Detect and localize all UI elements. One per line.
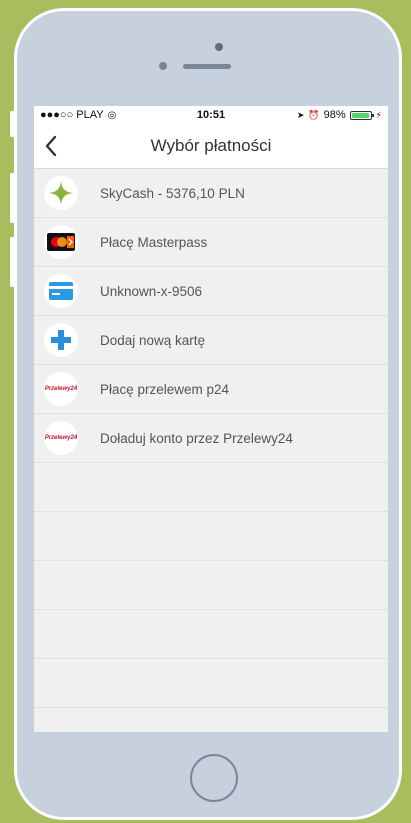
alarm-icon: ⏰ xyxy=(308,109,320,120)
battery-fill xyxy=(351,112,370,118)
page-title: Wybór płatności xyxy=(150,136,272,155)
credit-card-icon xyxy=(44,274,78,308)
speaker-grille xyxy=(183,64,231,69)
payment-item-label: Doładuj konto przez Przelewy24 xyxy=(100,430,293,446)
empty-row xyxy=(34,561,388,610)
home-button[interactable] xyxy=(190,754,238,802)
skycash-star-icon xyxy=(44,176,78,210)
front-camera xyxy=(159,62,167,70)
chevron-left-icon xyxy=(45,135,57,157)
p24-logo-text: Przelewy24 xyxy=(44,386,78,392)
navigation-bar: Wybór płatności xyxy=(34,124,388,169)
status-left: ●●●○○ PLAY ◎ xyxy=(40,109,116,121)
camera-dot xyxy=(215,43,223,51)
payment-method-list: SkyCash - 5376,10 PLN Płacę Masterpass U… xyxy=(34,169,388,708)
empty-row xyxy=(34,512,388,561)
payment-item-p24-transfer[interactable]: Przelewy24 Płacę przelewem p24 xyxy=(34,365,388,414)
status-right: ➤ ⏰ 98% ⚡ xyxy=(297,109,382,121)
carrier-label: ●●●○○ PLAY xyxy=(40,109,104,121)
payment-item-label: Unknown-x-9506 xyxy=(100,283,203,299)
payment-item-masterpass[interactable]: Płacę Masterpass xyxy=(34,218,388,267)
p24-logo-text: Przelewy24 xyxy=(44,435,78,441)
charging-icon: ⚡ xyxy=(375,109,382,120)
battery-icon xyxy=(349,110,374,120)
payment-item-saved-card[interactable]: Unknown-x-9506 xyxy=(34,267,388,316)
wifi-icon: ◎ xyxy=(107,109,117,121)
payment-item-skycash[interactable]: SkyCash - 5376,10 PLN xyxy=(34,169,388,218)
payment-item-p24-topup[interactable]: Przelewy24 Doładuj konto przez Przelewy2… xyxy=(34,414,388,463)
empty-row xyxy=(34,463,388,512)
empty-row xyxy=(34,659,388,708)
payment-item-label: SkyCash - 5376,10 PLN xyxy=(100,185,245,201)
mute-switch xyxy=(10,111,16,137)
payment-item-label: Płacę przelewem p24 xyxy=(100,381,230,397)
volume-up-button xyxy=(10,173,16,223)
payment-item-label: Płacę Masterpass xyxy=(100,234,208,250)
location-arrow-icon: ➤ xyxy=(296,109,305,120)
przelewy24-icon: Przelewy24 xyxy=(44,372,78,406)
masterpass-icon xyxy=(44,225,78,259)
battery-percent: 98% xyxy=(323,109,346,121)
przelewy24-icon: Przelewy24 xyxy=(44,421,78,455)
empty-row xyxy=(34,610,388,659)
payment-item-label: Dodaj nową kartę xyxy=(100,332,206,348)
phone-screen: ●●●○○ PLAY ◎ 10:51 ➤ ⏰ 98% ⚡ Wybór płatn… xyxy=(34,106,388,732)
status-bar: ●●●○○ PLAY ◎ 10:51 ➤ ⏰ 98% ⚡ xyxy=(34,106,388,124)
back-button[interactable] xyxy=(38,133,64,159)
phone-frame: ●●●○○ PLAY ◎ 10:51 ➤ ⏰ 98% ⚡ Wybór płatn… xyxy=(10,8,402,820)
volume-down-button xyxy=(10,237,16,287)
plus-icon xyxy=(44,323,78,357)
payment-item-add-card[interactable]: Dodaj nową kartę xyxy=(34,316,388,365)
